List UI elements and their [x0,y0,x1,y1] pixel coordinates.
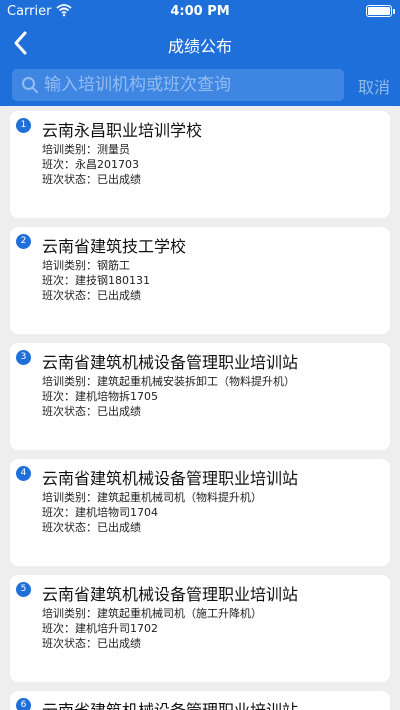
cancel-button[interactable]: 取消 [352,74,396,98]
class-status-value: 已出成绩 [97,637,141,650]
training-type-label: 培训类别： [42,607,97,620]
class-label: 班次： [42,506,75,519]
class-line: 班次：建机培升司1702 [42,620,158,636]
training-type-value: 建筑起重机械司机（物料提升机） [97,491,262,504]
class-line: 班次：建机培物拆1705 [42,388,158,404]
search-input[interactable] [44,72,336,98]
list-item[interactable]: 2 云南省建筑技工学校 培训类别：钢筋工 班次：建技钢180131 班次状态：已… [10,227,390,334]
institution-name: 云南省建筑机械设备管理职业培训站 [42,353,299,372]
training-type-label: 培训类别： [42,491,97,504]
class-status-line: 班次状态：已出成绩 [42,403,141,419]
training-type-value: 钢筋工 [97,259,130,272]
institution-name: 云南省建筑机械设备管理职业培训站 [42,469,299,488]
training-type-line: 培训类别：测量员 [42,141,130,157]
clock: 4:00 PM [170,4,230,19]
institution-name: 云南省建筑机械设备管理职业培训站 [42,697,298,710]
class-status-label: 班次状态： [42,289,97,302]
training-type-line: 培训类别：建筑起重机械司机（物料提升机） [42,489,262,505]
list-item[interactable]: 5 云南省建筑机械设备管理职业培训站 培训类别：建筑起重机械司机（施工升降机） … [10,575,390,682]
institution-name: 云南省建筑机械设备管理职业培训站 [42,585,299,604]
status-bar: Carrier 4:00 PM [0,0,400,22]
class-label: 班次： [42,622,75,635]
item-index-badge: 5 [16,582,31,597]
training-type-value: 建筑起重机械安装拆卸工（物料提升机） [97,375,295,388]
item-index-badge: 1 [16,118,31,133]
class-label: 班次： [42,390,75,403]
class-value: 建机培物拆1705 [75,390,158,403]
search-box[interactable] [12,69,344,101]
training-type-label: 培训类别： [42,143,97,156]
header: Carrier 4:00 PM 成绩公布 取消 [0,0,400,106]
list-item[interactable]: 4 云南省建筑机械设备管理职业培训站 培训类别：建筑起重机械司机（物料提升机） … [10,459,390,566]
class-status-line: 班次状态：已出成绩 [42,287,141,303]
training-type-line: 培训类别：建筑起重机械司机（施工升降机） [42,605,262,621]
battery-icon [366,5,395,17]
item-index-badge: 4 [16,466,31,481]
class-status-value: 已出成绩 [97,289,141,302]
institution-name: 云南永昌职业培训学校 [42,121,203,140]
class-label: 班次： [42,274,75,287]
training-type-value: 建筑起重机械司机（施工升降机） [97,607,262,620]
institution-name: 云南省建筑技工学校 [42,237,187,256]
list-item[interactable]: 1 云南永昌职业培训学校 培训类别：测量员 班次：永昌201703 班次状态：已… [10,111,390,218]
class-line: 班次：永昌201703 [42,156,139,172]
nav-bar: 成绩公布 [0,22,400,64]
class-status-value: 已出成绩 [97,405,141,418]
class-value: 建机培物司1704 [75,506,158,519]
class-status-line: 班次状态：已出成绩 [42,635,141,651]
class-value: 永昌201703 [75,158,139,171]
class-status-value: 已出成绩 [97,173,141,186]
class-value: 建技钢180131 [75,274,150,287]
class-status-line: 班次状态：已出成绩 [42,171,141,187]
training-type-value: 测量员 [97,143,130,156]
class-line: 班次：建机培物司1704 [42,504,158,520]
class-status-value: 已出成绩 [97,521,141,534]
item-index-badge: 2 [16,234,31,249]
search-icon [22,77,38,93]
search-bar: 取消 [0,64,400,106]
training-type-line: 培训类别：建筑起重机械安装拆卸工（物料提升机） [42,373,295,389]
class-label: 班次： [42,158,75,171]
class-status-label: 班次状态： [42,637,97,650]
class-status-line: 班次状态：已出成绩 [42,519,141,535]
training-type-label: 培训类别： [42,375,97,388]
item-index-badge: 6 [16,698,31,710]
list-item[interactable]: 6 云南省建筑机械设备管理职业培训站 [10,691,390,710]
class-status-label: 班次状态： [42,173,97,186]
class-line: 班次：建技钢180131 [42,272,150,288]
list-item[interactable]: 3 云南省建筑机械设备管理职业培训站 培训类别：建筑起重机械安装拆卸工（物料提升… [10,343,390,450]
page-title: 成绩公布 [167,37,232,56]
training-type-label: 培训类别： [42,259,97,272]
training-type-line: 培训类别：钢筋工 [42,257,130,273]
item-index-badge: 3 [16,350,31,365]
class-status-label: 班次状态： [42,405,97,418]
class-status-label: 班次状态： [42,521,97,534]
class-value: 建机培升司1702 [75,622,158,635]
